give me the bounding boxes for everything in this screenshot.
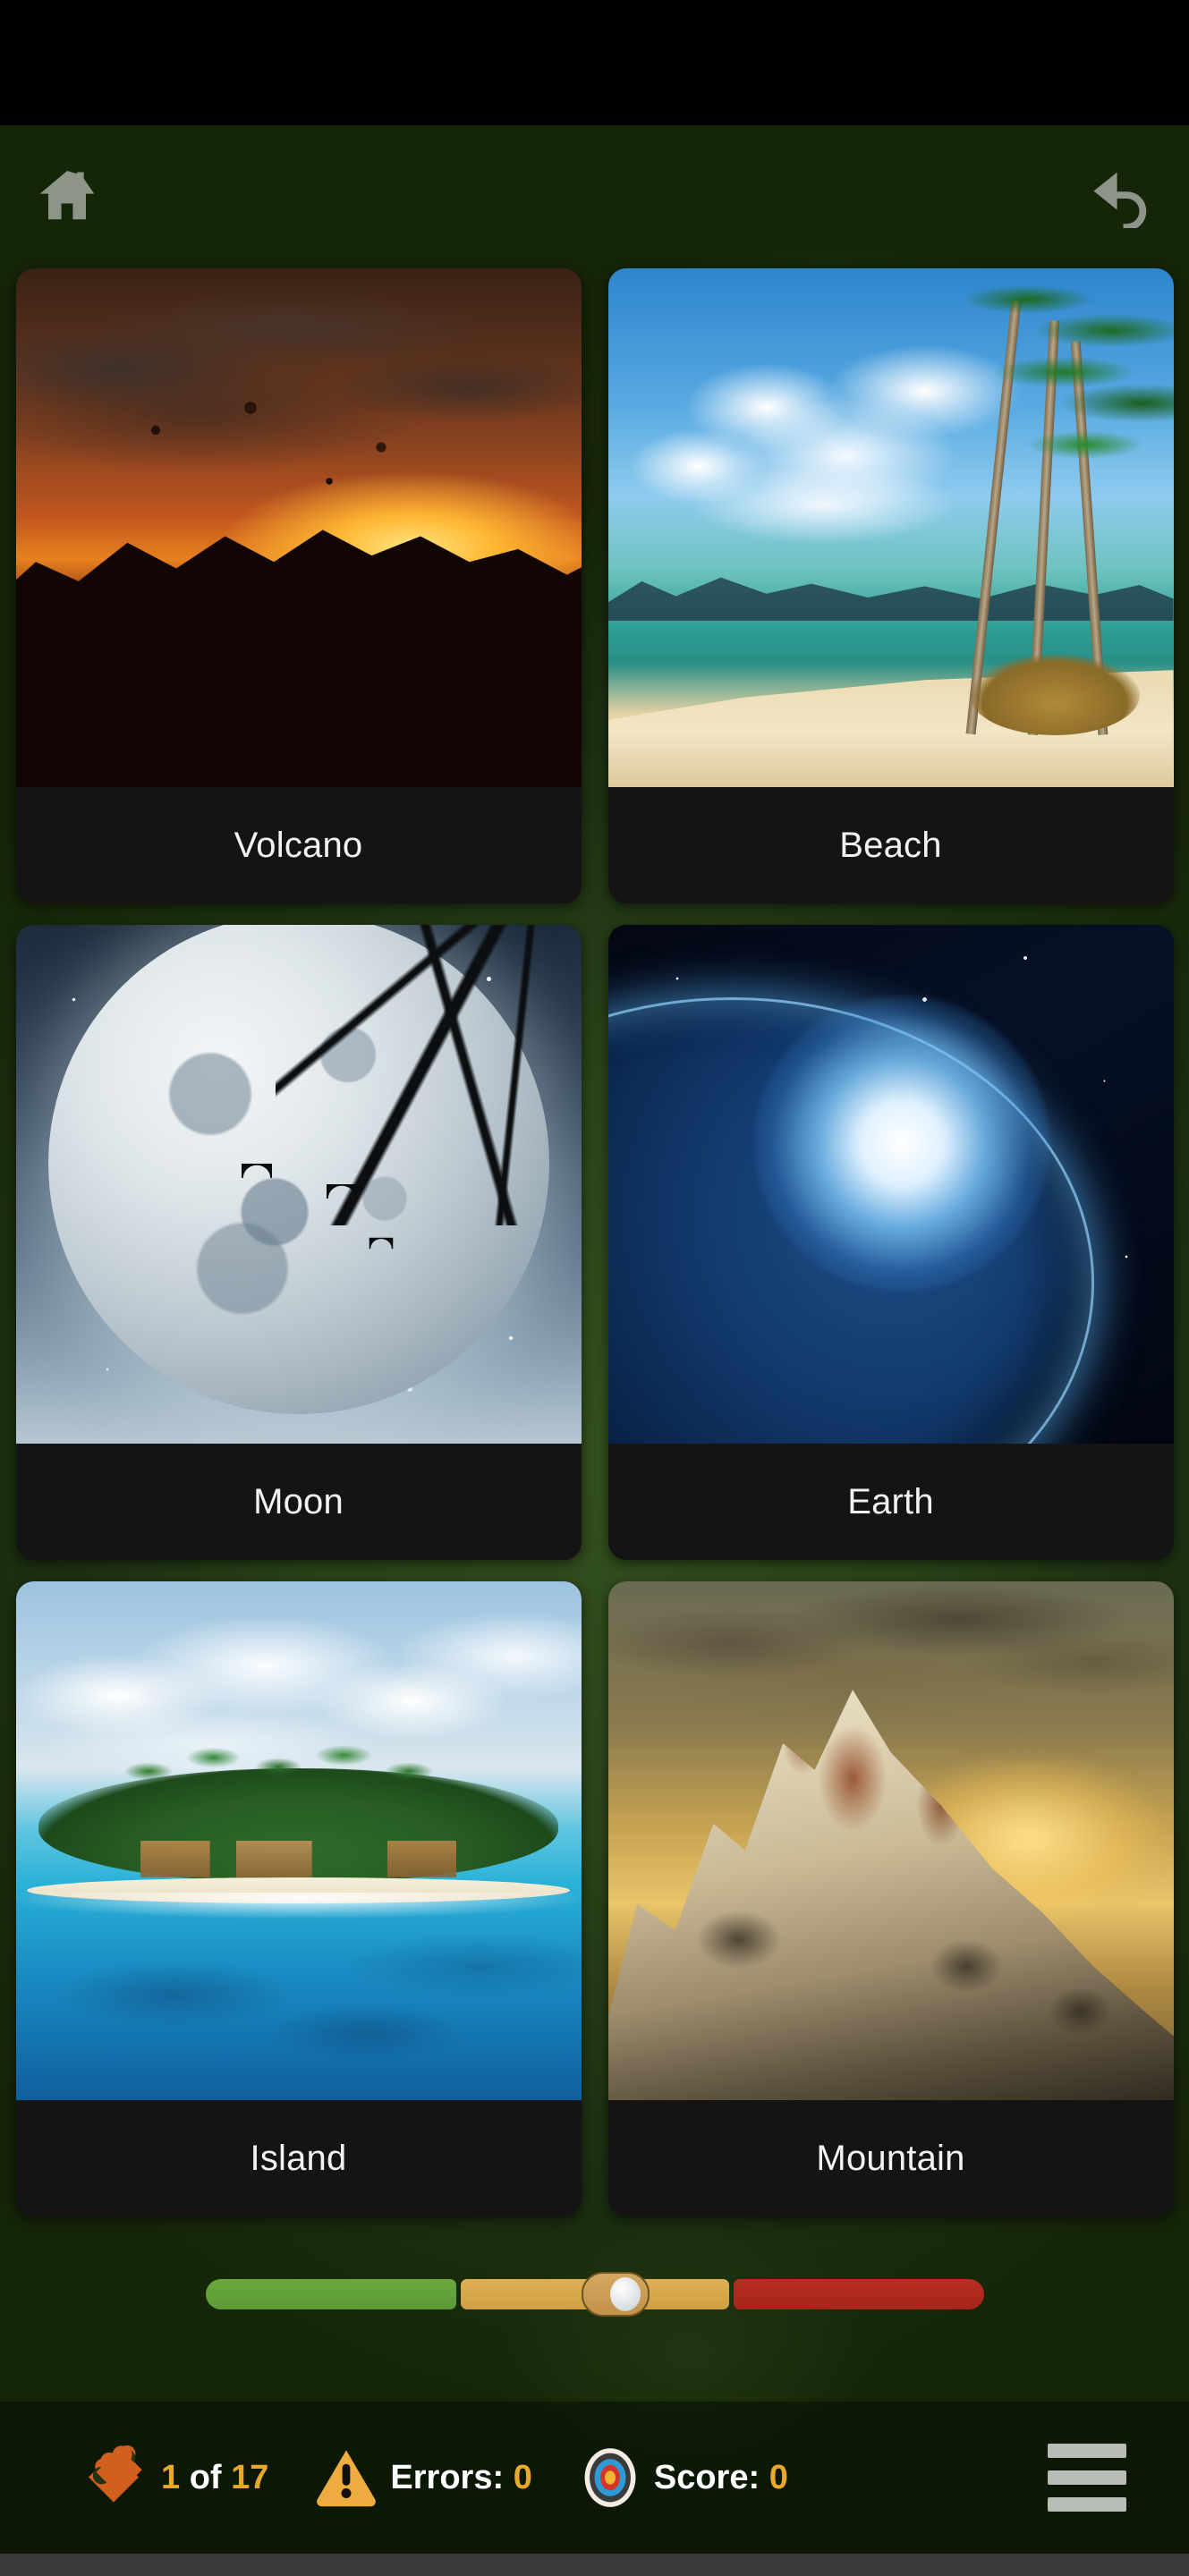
score-label: Score: bbox=[653, 2458, 760, 2496]
card-image-volcano bbox=[15, 268, 582, 787]
progress-separator: of bbox=[189, 2458, 222, 2496]
progress-total: 17 bbox=[231, 2458, 269, 2496]
undo-arrow-icon bbox=[1086, 164, 1158, 228]
card-image-earth bbox=[607, 925, 1174, 1444]
card-label: Moon bbox=[253, 1481, 344, 1521]
card-image-mountain bbox=[607, 1581, 1174, 2100]
card-earth[interactable]: Earth bbox=[607, 925, 1174, 1560]
card-label: Earth bbox=[847, 1481, 934, 1521]
earth-illustration bbox=[607, 925, 1174, 1444]
system-status-bar bbox=[0, 0, 1189, 125]
card-label: Beach bbox=[839, 825, 942, 865]
mountain-illustration bbox=[607, 1581, 1174, 2100]
bottom-status-bar: 1 of 17 Errors: 0 Score: 0 bbox=[0, 2402, 1189, 2554]
errors-text: Errors: 0 bbox=[390, 2459, 531, 2497]
undo-button[interactable] bbox=[1055, 125, 1189, 267]
warning-triangle-icon bbox=[315, 2446, 378, 2509]
menu-line bbox=[1048, 2497, 1126, 2512]
menu-line bbox=[1048, 2444, 1126, 2458]
slider-segment-easy[interactable] bbox=[205, 2279, 456, 2309]
card-island[interactable]: Island bbox=[15, 1581, 582, 2216]
target-icon bbox=[579, 2446, 641, 2509]
beach-illustration bbox=[607, 268, 1174, 787]
score-indicator[interactable]: Score: 0 bbox=[579, 2446, 788, 2509]
home-button[interactable] bbox=[0, 125, 134, 267]
slider-segment-hard[interactable] bbox=[733, 2279, 984, 2309]
difficulty-slider[interactable] bbox=[205, 2272, 984, 2317]
card-label: Mountain bbox=[816, 2138, 965, 2178]
progress-text: 1 of 17 bbox=[161, 2459, 268, 2497]
moon-illustration bbox=[15, 925, 582, 1444]
progress-current: 1 bbox=[161, 2458, 181, 2496]
top-toolbar bbox=[0, 125, 1189, 267]
hamburger-menu-icon[interactable] bbox=[1048, 2438, 1126, 2517]
score-value: 0 bbox=[769, 2458, 788, 2496]
home-icon bbox=[34, 165, 100, 227]
score-text: Score: 0 bbox=[654, 2459, 788, 2497]
card-beach[interactable]: Beach bbox=[607, 268, 1174, 903]
card-image-moon bbox=[15, 925, 582, 1444]
picture-card-grid: Volcano Beach Moon Earth Island Mountain bbox=[0, 268, 1189, 2216]
card-mountain[interactable]: Mountain bbox=[607, 1581, 1174, 2216]
errors-indicator[interactable]: Errors: 0 bbox=[315, 2446, 532, 2509]
card-label: Island bbox=[250, 2138, 347, 2178]
system-nav-strip bbox=[0, 2554, 1189, 2576]
errors-value: 0 bbox=[513, 2458, 532, 2496]
island-illustration bbox=[15, 1581, 582, 2100]
errors-label: Errors: bbox=[390, 2458, 505, 2496]
puzzle-piece-icon bbox=[79, 2441, 149, 2514]
app-root: Volcano Beach Moon Earth Island Mountain… bbox=[0, 0, 1189, 2576]
card-image-beach bbox=[607, 268, 1174, 787]
volcano-illustration bbox=[15, 268, 582, 787]
card-volcano[interactable]: Volcano bbox=[15, 268, 582, 903]
card-moon[interactable]: Moon bbox=[15, 925, 582, 1560]
slider-handle[interactable] bbox=[581, 2272, 650, 2317]
menu-line bbox=[1048, 2470, 1126, 2485]
difficulty-slider-container bbox=[0, 2241, 1189, 2348]
card-label: Volcano bbox=[234, 825, 363, 865]
card-image-island bbox=[15, 1581, 582, 2100]
progress-indicator[interactable]: 1 of 17 bbox=[79, 2441, 268, 2514]
